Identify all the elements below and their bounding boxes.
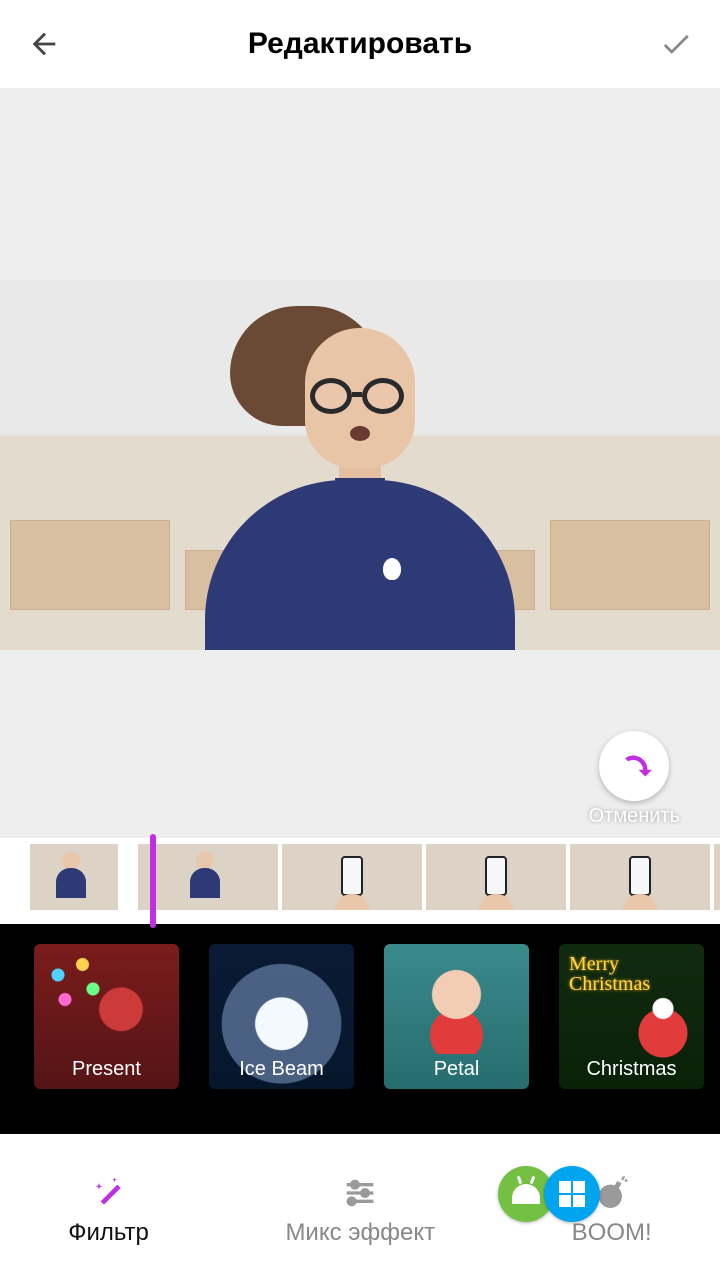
person-figure — [305, 328, 415, 468]
windows-icon — [544, 1166, 600, 1222]
effect-label: Present — [34, 1058, 179, 1081]
confirm-button[interactable] — [652, 20, 700, 68]
magic-wand-icon — [89, 1173, 129, 1213]
timeline[interactable] — [0, 844, 720, 924]
timeline-clip[interactable] — [426, 844, 566, 910]
christmas-text: MerryChristmas — [569, 954, 650, 994]
tab-filter[interactable]: Фильтр — [68, 1173, 149, 1247]
effect-ice-beam[interactable]: Ice Beam — [209, 944, 354, 1089]
undo-label: Отменить — [589, 805, 680, 828]
header: Редактировать — [0, 0, 720, 88]
undo-control: Отменить — [589, 731, 680, 828]
bottom-tabs: Фильтр Микс эффект BOOM! — [0, 1134, 720, 1280]
effect-christmas[interactable]: MerryChristmas Christmas — [559, 944, 704, 1089]
effects-strip: Present Ice Beam Petal MerryChristmas Ch… — [0, 924, 720, 1134]
effect-petal[interactable]: Petal — [384, 944, 529, 1089]
tab-label: Фильтр — [68, 1219, 149, 1247]
tab-label: BOOM! — [572, 1219, 652, 1247]
effect-present[interactable]: Present — [34, 944, 179, 1089]
platform-badge — [508, 1166, 600, 1222]
back-button[interactable] — [20, 20, 68, 68]
sliders-icon — [340, 1173, 380, 1213]
undo-button[interactable] — [599, 731, 669, 801]
timeline-clip[interactable] — [714, 844, 720, 910]
effect-label: Petal — [384, 1058, 529, 1081]
timeline-clip[interactable] — [138, 844, 278, 910]
timeline-clip[interactable] — [30, 844, 118, 910]
preview-area: Отменить — [0, 88, 720, 838]
undo-icon — [616, 748, 652, 784]
timeline-clip[interactable] — [570, 844, 710, 910]
effect-label: Ice Beam — [209, 1058, 354, 1081]
playhead[interactable] — [150, 834, 156, 928]
video-preview[interactable] — [0, 280, 720, 650]
check-icon — [659, 27, 693, 61]
effect-label: Christmas — [559, 1058, 704, 1081]
tab-label: Микс эффект — [285, 1219, 435, 1247]
page-title: Редактировать — [248, 27, 472, 61]
arrow-left-icon — [27, 27, 61, 61]
timeline-clip[interactable] — [282, 844, 422, 910]
tab-mix-effect[interactable]: Микс эффект — [285, 1173, 435, 1247]
apple-logo-icon — [383, 558, 401, 580]
